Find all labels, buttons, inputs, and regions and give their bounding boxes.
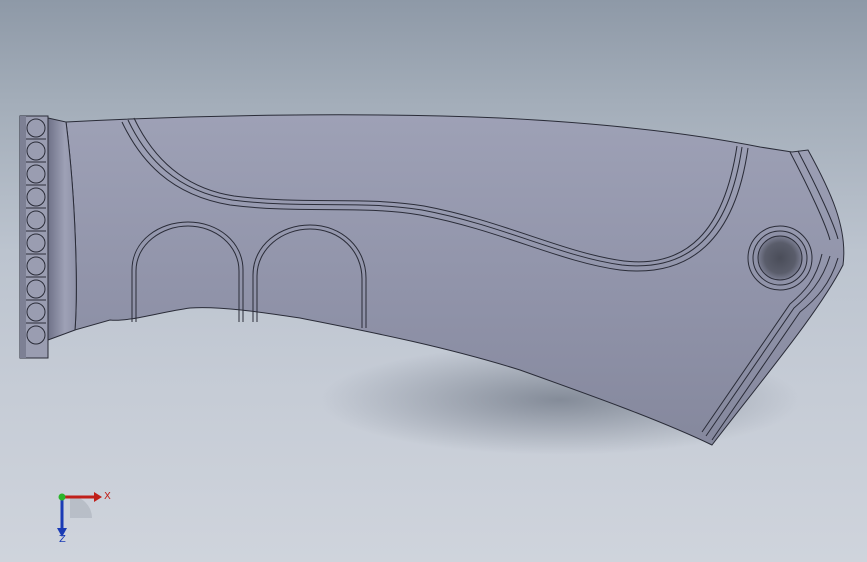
3d-viewport[interactable]: X Z	[0, 0, 867, 562]
axis-triad[interactable]: X Z	[57, 491, 111, 545]
y-axis-dot	[58, 493, 66, 501]
triad-shadow	[70, 496, 92, 518]
mounting-hole[interactable]	[747, 225, 813, 291]
z-axis-label: Z	[59, 534, 66, 545]
grip-model[interactable]: X Z	[0, 0, 867, 562]
x-axis-arrowhead	[94, 492, 102, 502]
x-axis-label: X	[104, 491, 111, 502]
knurled-ring	[19, 115, 49, 359]
